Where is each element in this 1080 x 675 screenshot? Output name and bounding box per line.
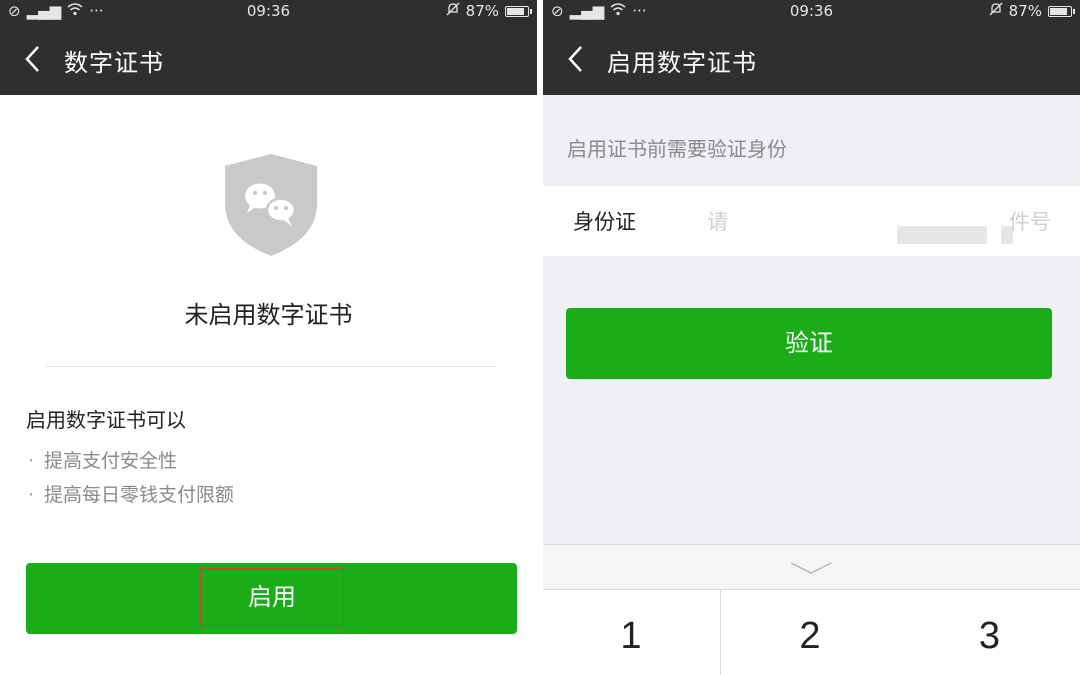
wechat-shield-icon [225, 154, 317, 256]
chevron-left-icon [25, 46, 39, 72]
mute-bell-icon [446, 2, 460, 20]
id-card-row: 身份证 请 件号 [543, 186, 1080, 256]
digital-certificate-screen: ⊘ ▂▄▆ ··· 09:36 87% 数字证书 未启用数字证书 启用数字证书可… [0, 0, 537, 675]
battery-icon [1048, 5, 1075, 17]
page-title: 数字证书 [64, 49, 164, 77]
page-title: 启用数字证书 [607, 49, 757, 77]
key-3[interactable]: 3 [899, 590, 1080, 675]
benefit-text: 提高支付安全性 [44, 450, 178, 472]
benefit-text: 提高每日零钱支付限额 [44, 484, 235, 506]
battery-percent: 87% [1008, 2, 1042, 20]
status-bar: ⊘ ▂▄▆ ··· 09:36 87% [543, 0, 1080, 23]
enable-button[interactable]: 启用 [26, 563, 517, 634]
benefit-item: · 提高每日零钱支付限额 [28, 480, 234, 507]
id-number-input[interactable]: 请 件号 [703, 202, 1063, 244]
placeholder-start: 请 [707, 210, 728, 234]
redacted-region [897, 226, 987, 244]
placeholder-end: 件号 [1009, 210, 1051, 234]
back-button[interactable] [18, 43, 50, 75]
divider [46, 366, 495, 367]
benefit-item: · 提高支付安全性 [28, 446, 177, 473]
mute-bell-icon [989, 2, 1003, 20]
id-card-label: 身份证 [573, 210, 636, 234]
verification-hint: 启用证书前需要验证身份 [567, 137, 787, 161]
key-1[interactable]: 1 [543, 590, 719, 675]
enable-certificate-screen: ⊘ ▂▄▆ ··· 09:36 87% 启用数字证书 启用证书前需要验证身份 身… [543, 0, 1080, 675]
nav-bar: 数字证书 [0, 23, 537, 95]
status-right-icons: 87% [989, 2, 1075, 20]
benefits-heading: 启用数字证书可以 [26, 408, 186, 432]
status-bar: ⊘ ▂▄▆ ··· 09:36 87% [0, 0, 537, 23]
keyboard-collapse-button[interactable] [543, 545, 1080, 590]
bullet: · [28, 484, 35, 506]
numeric-keyboard: 1 2 3 [543, 544, 1080, 675]
chevron-down-icon [790, 562, 832, 574]
enable-button-label: 启用 [200, 568, 344, 626]
back-button[interactable] [561, 43, 593, 75]
bullet: · [28, 450, 35, 472]
verify-button[interactable]: 验证 [566, 308, 1052, 379]
status-right-icons: 87% [446, 2, 532, 20]
battery-icon [505, 5, 532, 17]
chevron-left-icon [568, 46, 582, 72]
certificate-status-title: 未启用数字证书 [184, 301, 353, 329]
battery-percent: 87% [465, 2, 499, 20]
nav-bar: 启用数字证书 [543, 23, 1080, 95]
key-2[interactable]: 2 [720, 590, 900, 675]
